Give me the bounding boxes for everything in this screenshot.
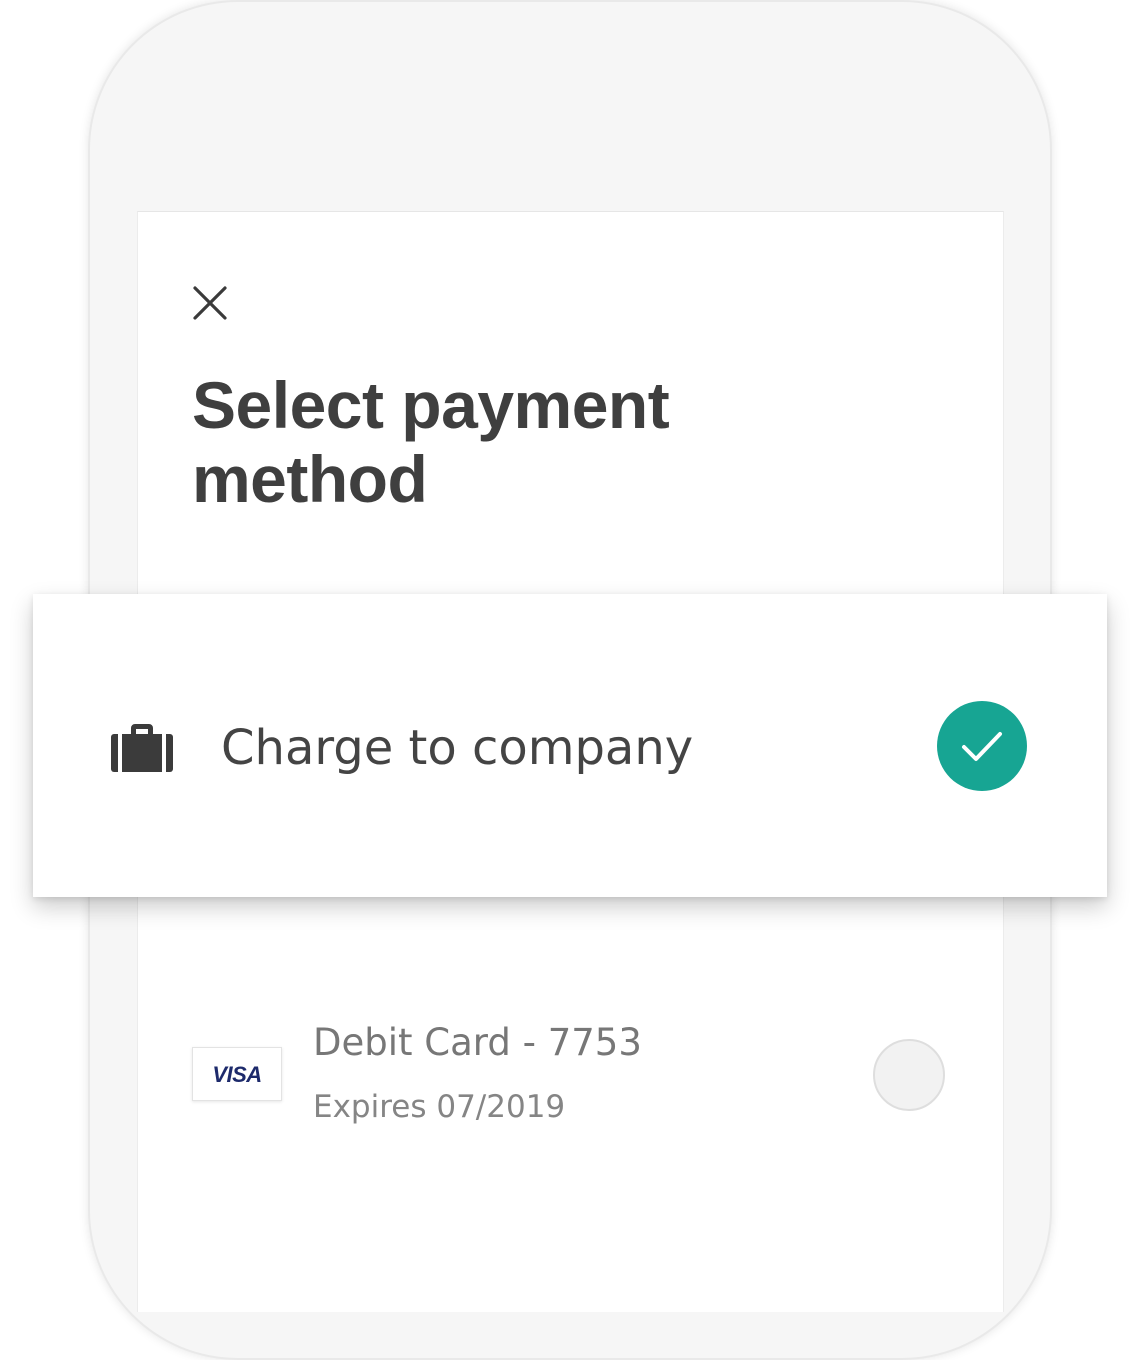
close-button[interactable]: [192, 285, 228, 321]
selected-radio[interactable]: [937, 701, 1027, 791]
close-icon: [193, 286, 227, 320]
card-name: Debit Card - 7753: [313, 1021, 642, 1064]
visa-brand-text: VISA: [212, 1062, 262, 1087]
unselected-radio[interactable]: [873, 1039, 945, 1111]
page-title: Select payment method: [192, 368, 670, 516]
payment-option-label: Charge to company: [221, 720, 694, 776]
check-icon: [937, 701, 1027, 791]
visa-logo: VISA: [192, 1047, 282, 1101]
card-expiry: Expires 07/2019: [313, 1089, 566, 1125]
briefcase-icon: [111, 724, 173, 772]
